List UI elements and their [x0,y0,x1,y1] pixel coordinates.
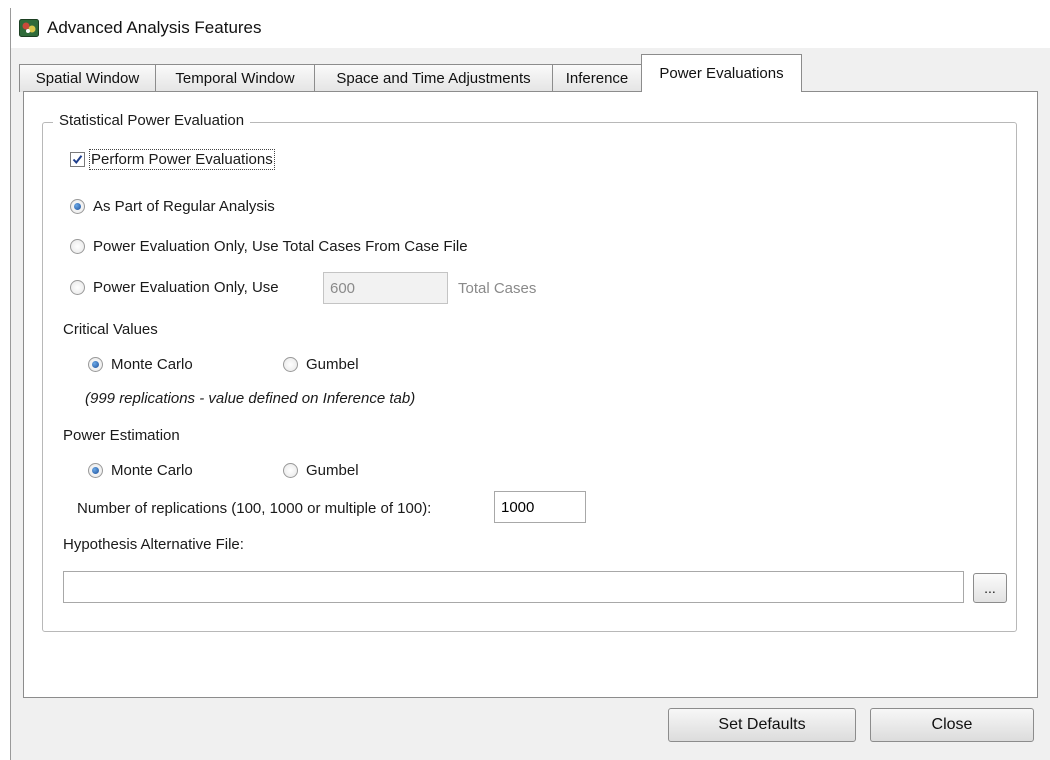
perform-power-checkbox-row[interactable]: Perform Power Evaluations [70,149,275,170]
perform-power-checkbox[interactable] [70,152,85,167]
critical-values-heading: Critical Values [63,321,158,338]
hypothesis-file-input[interactable] [63,571,964,603]
power-estimation-heading: Power Estimation [63,427,180,444]
radio-button[interactable] [88,463,103,478]
tab-inference[interactable]: Inference [552,64,642,92]
radio-button[interactable] [283,463,298,478]
set-defaults-button[interactable]: Set Defaults [668,708,856,742]
radio-total-cases-from-file[interactable]: Power Evaluation Only, Use Total Cases F… [70,238,468,255]
hypothesis-file-label: Hypothesis Alternative File: [63,536,244,553]
radio-button[interactable] [70,239,85,254]
critical-values-note: (999 replications - value defined on Inf… [85,390,416,407]
browse-ellipsis: ... [984,580,996,596]
critical-values-gumbel[interactable]: Gumbel [283,356,359,373]
replications-input[interactable] [494,491,586,523]
radio-regular-analysis[interactable]: As Part of Regular Analysis [70,198,275,215]
tab-spatial-window[interactable]: Spatial Window [19,64,156,92]
title-bar: Advanced Analysis Features [11,8,1050,48]
total-cases-input[interactable] [323,272,448,304]
critical-values-monte-carlo[interactable]: Monte Carlo [88,356,193,373]
window-title: Advanced Analysis Features [47,18,262,37]
tab-temporal-window[interactable]: Temporal Window [155,64,315,92]
radio-button[interactable] [88,357,103,372]
perform-power-label: Perform Power Evaluations [89,149,275,170]
replications-label: Number of replications (100, 1000 or mul… [77,500,432,517]
tab-space-time-adjustments[interactable]: Space and Time Adjustments [314,64,553,92]
statistical-power-group: Statistical Power Evaluation Perform Pow… [42,112,1017,632]
tab-panel-power-evaluations: Statistical Power Evaluation Perform Pow… [23,91,1038,698]
tab-strip: Spatial Window Temporal Window Space and… [11,54,1050,92]
radio-button[interactable] [70,280,85,295]
checkmark-icon [72,155,83,165]
dialog-window: Advanced Analysis Features Spatial Windo… [10,8,1050,760]
total-cases-suffix: Total Cases [458,280,537,297]
radio-button[interactable] [70,199,85,214]
power-estimation-gumbel[interactable]: Gumbel [283,462,359,479]
radio-button[interactable] [283,357,298,372]
browse-file-button[interactable]: ... [973,573,1007,603]
radio-power-only-use[interactable]: Power Evaluation Only, Use [70,279,279,296]
app-logo-icon [19,19,39,37]
tab-power-evaluations[interactable]: Power Evaluations [641,54,802,92]
group-legend: Statistical Power Evaluation [53,112,251,129]
power-estimation-monte-carlo[interactable]: Monte Carlo [88,462,193,479]
close-button[interactable]: Close [870,708,1034,742]
